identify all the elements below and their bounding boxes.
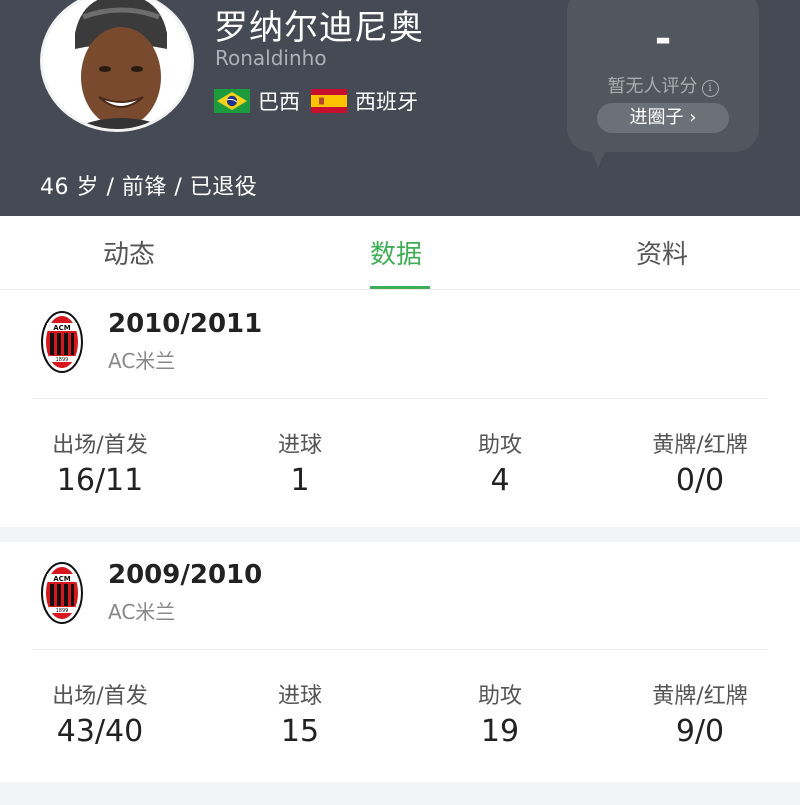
- player-avatar[interactable]: [40, 0, 194, 132]
- season-card[interactable]: ACM 1899 2009/2010 AC米兰 出场/首发 43/40 进球 1…: [0, 542, 800, 782]
- card-separator: [0, 527, 800, 542]
- brazil-flag-icon: [214, 89, 250, 113]
- rating-label-text: 暂无人评分: [607, 76, 698, 97]
- tab-data[interactable]: 数据: [370, 234, 422, 271]
- rating-bubble-tail: [590, 146, 608, 168]
- nationality-brazil: 巴西: [214, 86, 300, 116]
- tab-bar: 动态 数据 资料: [0, 216, 800, 290]
- svg-text:1899: 1899: [56, 357, 69, 363]
- info-icon[interactable]: i: [701, 80, 719, 97]
- divider: [32, 398, 768, 399]
- divider: [32, 649, 768, 650]
- rating-label: 暂无人评分 i: [567, 72, 759, 98]
- rating-panel: - 暂无人评分 i 进圈子 ›: [567, 0, 759, 152]
- svg-text:ACM: ACM: [53, 575, 71, 583]
- nationality-spain: 西班牙: [311, 86, 418, 116]
- player-meta: 46 岁 / 前锋 / 已退役: [40, 175, 258, 200]
- player-english-name: Ronaldinho: [215, 46, 327, 70]
- rating-score: -: [654, 16, 672, 62]
- stat-label-assists: 助攻: [477, 684, 522, 709]
- nationality-label: 巴西: [258, 90, 300, 114]
- ac-milan-badge-icon: ACM 1899: [41, 562, 83, 624]
- stat-value-appearances: 16/11: [56, 463, 144, 498]
- svg-text:1899: 1899: [56, 608, 69, 614]
- stat-value-assists: 19: [480, 714, 520, 749]
- tab-feed[interactable]: 动态: [103, 234, 155, 271]
- card-separator: [0, 782, 800, 805]
- active-tab-indicator: [370, 286, 430, 289]
- player-header: 罗纳尔迪尼奥 Ronaldinho 巴西 西班牙 46 岁 / 前锋 / 已退役…: [0, 0, 800, 216]
- nationality-label: 西班牙: [355, 90, 418, 114]
- season-card[interactable]: ACM 1899 2010/2011 AC米兰 出场/首发 16/11 进球 1…: [0, 291, 800, 527]
- season-label: 2009/2010: [108, 560, 263, 590]
- stat-value-goals: 15: [280, 714, 320, 749]
- stat-value-cards: 0/0: [675, 463, 725, 498]
- stat-label-cards: 黄牌/红牌: [652, 684, 748, 709]
- stat-label-goals: 进球: [277, 433, 322, 458]
- stat-label-goals: 进球: [277, 684, 322, 709]
- season-label: 2010/2011: [108, 309, 263, 339]
- svg-text:ACM: ACM: [53, 324, 71, 332]
- enter-circle-button[interactable]: 进圈子 ›: [597, 103, 729, 133]
- stat-label-appearances: 出场/首发: [52, 684, 148, 709]
- spain-flag-icon: [311, 89, 347, 113]
- club-name: AC米兰: [108, 600, 176, 624]
- tab-profile[interactable]: 资料: [636, 234, 688, 271]
- player-name: 罗纳尔迪尼奥: [214, 8, 424, 48]
- stat-value-goals: 1: [290, 463, 310, 498]
- stat-label-assists: 助攻: [477, 433, 522, 458]
- ac-milan-badge-icon: ACM 1899: [41, 311, 83, 373]
- stat-value-assists: 4: [490, 463, 510, 498]
- stat-value-appearances: 43/40: [56, 714, 144, 749]
- stat-label-cards: 黄牌/红牌: [652, 433, 748, 458]
- stat-label-appearances: 出场/首发: [52, 433, 148, 458]
- stat-value-cards: 9/0: [675, 714, 725, 749]
- club-name: AC米兰: [108, 349, 176, 373]
